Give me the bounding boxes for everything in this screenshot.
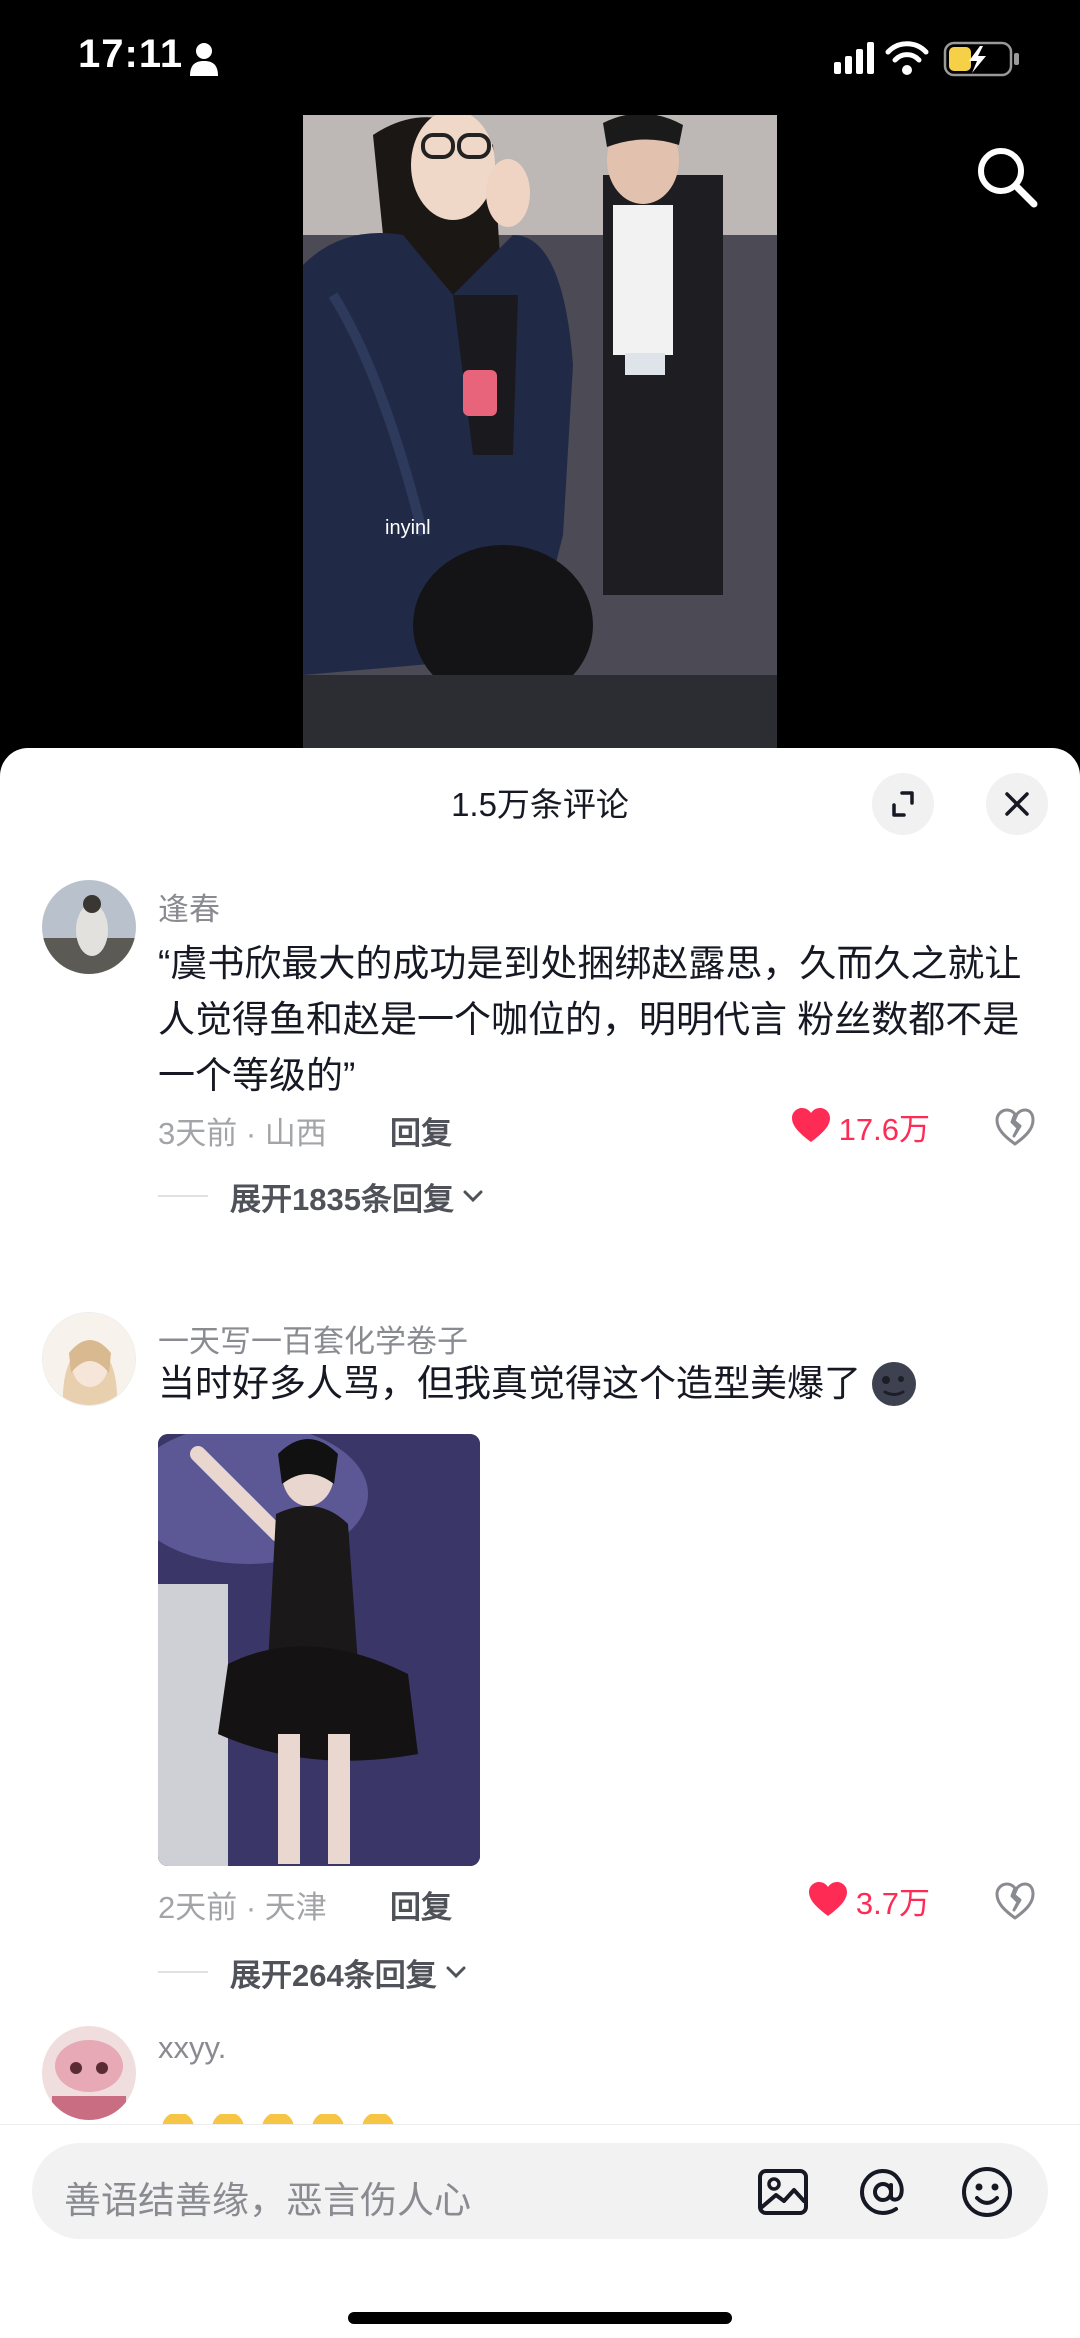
like-button[interactable]: 17.6万 (791, 1106, 930, 1147)
video-frame[interactable]: inyinl (303, 115, 777, 755)
battery-charging-icon (943, 41, 1019, 77)
wifi-icon (885, 41, 929, 75)
chevron-down-icon (463, 1190, 483, 1203)
comment-username[interactable]: xxyy. (158, 2030, 226, 2066)
cellular-signal-icon (834, 42, 874, 74)
person-icon (190, 43, 218, 76)
home-indicator (348, 2312, 732, 2324)
system-status-icons (834, 41, 1019, 77)
comment-text: 当时好多人骂，但我真觉得这个造型美爆了 (158, 1363, 861, 1404)
heart-filled-icon (791, 1108, 830, 1142)
close-icon (1005, 792, 1029, 816)
comment-username[interactable]: 一天写一百套化学卷子 (158, 1316, 468, 1361)
expand-replies-label: 展开1835条回复 (230, 1181, 454, 1217)
status-bar: 17:11 (0, 0, 1080, 110)
close-button[interactable] (986, 773, 1048, 835)
comment-body: 当时好多人骂，但我真觉得这个造型美爆了 (158, 1356, 1048, 1412)
comment-input-bar: 善语结善缘，恶言伤人心 (0, 2124, 1080, 2338)
comment-image[interactable] (158, 1434, 480, 1866)
mention-at-icon[interactable] (854, 2163, 912, 2221)
comment-input[interactable]: 善语结善缘，恶言伤人心 (32, 2143, 1048, 2239)
fullscreen-button[interactable] (872, 773, 934, 835)
comment-meta: 2天前 · 天津 (158, 1890, 327, 1925)
image-icon[interactable] (754, 2163, 812, 2221)
avatar[interactable] (42, 880, 136, 974)
dark-moon-emoji-icon (872, 1362, 916, 1406)
like-button[interactable]: 3.7万 (808, 1880, 930, 1921)
dislike-icon[interactable] (994, 1106, 1036, 1148)
like-count: 3.7万 (855, 1885, 930, 1921)
video-player[interactable]: inyinl (0, 110, 1080, 755)
heart-filled-icon (808, 1882, 847, 1916)
chevron-down-icon (446, 1966, 466, 1979)
divider-line (158, 1195, 208, 1197)
divider-line (158, 1971, 208, 1973)
dislike-icon[interactable] (994, 1880, 1036, 1922)
video-thumbnail (303, 115, 777, 755)
reply-button[interactable]: 回复 (390, 1108, 452, 1153)
comment-text: “虞书欣最大的成功是到处捆绑赵露思，久而久之就让人觉得鱼和赵是一个咖位的，明明代… (158, 943, 1022, 1096)
status-time: 17:11 (78, 32, 184, 76)
expand-icon (892, 791, 914, 817)
avatar[interactable] (42, 2026, 136, 2120)
avatar[interactable] (42, 1312, 136, 1406)
expand-replies-label: 展开264条回复 (230, 1957, 437, 1993)
like-count: 17.6万 (838, 1111, 930, 1147)
comment-username[interactable]: 逢春 (158, 884, 220, 929)
comment-input-placeholder: 善语结善缘，恶言伤人心 (64, 2180, 471, 2221)
emoji-icon[interactable] (958, 2163, 1016, 2221)
video-watermark: inyinl (385, 517, 431, 539)
search-icon[interactable] (972, 142, 1042, 212)
expand-replies-button[interactable]: 展开264条回复 (158, 1952, 467, 1993)
expand-replies-button[interactable]: 展开1835条回复 (158, 1176, 484, 1217)
comment-meta: 3天前 · 山西 (158, 1116, 327, 1151)
reply-button[interactable]: 回复 (390, 1882, 452, 1927)
comments-sheet: 1.5万条评论 逢春 “虞书欣最大的成功是到处捆绑赵露思，久而久之就让人觉得鱼和… (0, 748, 1080, 2338)
